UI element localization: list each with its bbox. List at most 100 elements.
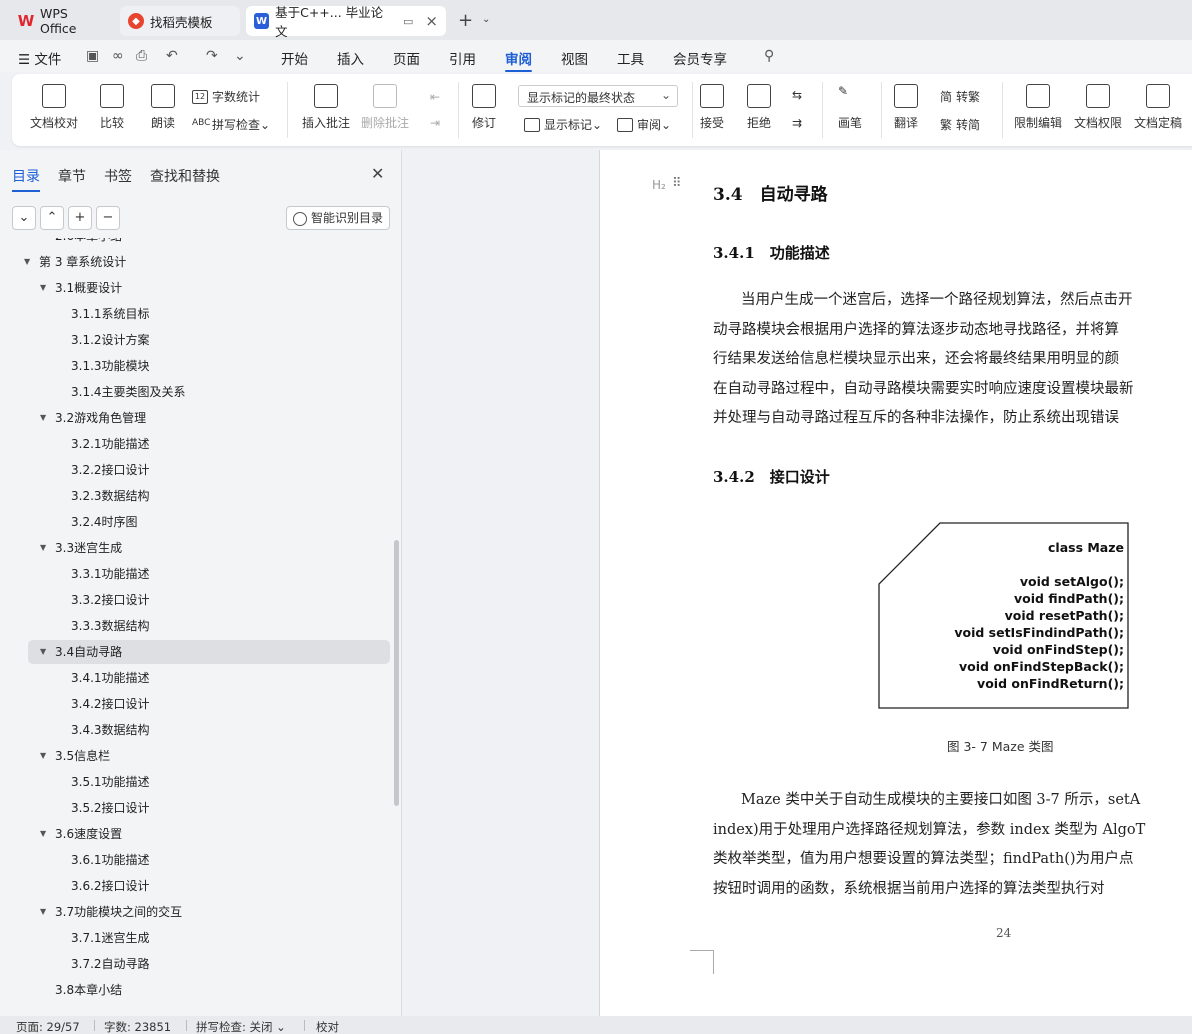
- proof-button[interactable]: 文档校对: [30, 84, 78, 131]
- toc-item[interactable]: 3.5信息栏 ▼: [40, 744, 110, 768]
- read-aloud-button[interactable]: 朗读: [151, 84, 175, 131]
- menu-tools[interactable]: 工具: [617, 48, 644, 68]
- word-count-button[interactable]: 12 字数统计: [192, 88, 260, 105]
- toc-item[interactable]: 3.4自动寻路 ▼: [40, 640, 122, 664]
- show-markup-button[interactable]: 显示标记 ⌄: [524, 116, 602, 133]
- expand-toggle-icon[interactable]: ▼: [40, 822, 46, 846]
- toc-item[interactable]: 3.2.4时序图: [71, 510, 138, 534]
- menu-home[interactable]: 开始: [281, 48, 308, 68]
- toc-item[interactable]: 3.7功能模块之间的交互 ▼: [40, 900, 182, 924]
- word-count-indicator[interactable]: 字数: 23851: [104, 1019, 171, 1034]
- tab-template[interactable]: ◆ 找稻壳模板: [120, 6, 240, 36]
- accept-button[interactable]: 接受: [700, 84, 724, 131]
- to-simplified-button[interactable]: 繁转简: [940, 116, 980, 133]
- search-icon[interactable]: ⚲: [764, 48, 774, 64]
- toc-item[interactable]: 3.3.3数据结构: [71, 614, 150, 638]
- menu-page[interactable]: 页面: [393, 48, 420, 68]
- toc-item[interactable]: 3.1.4主要类图及关系: [71, 380, 186, 404]
- toc-item[interactable]: 3.7.1迷宫生成: [71, 926, 150, 950]
- doc-finalize-button[interactable]: 文档定稿: [1134, 84, 1182, 131]
- restrict-edit-button[interactable]: 限制编辑: [1014, 84, 1062, 131]
- link-icon[interactable]: ∞: [112, 48, 124, 64]
- toc-item[interactable]: 第 3 章系统设计 ▼: [24, 250, 126, 274]
- delete-comment-button[interactable]: 删除批注: [361, 84, 409, 131]
- reject-button[interactable]: 拒绝: [747, 84, 771, 131]
- save-icon[interactable]: ▣: [86, 48, 99, 64]
- panel-tab-find-replace[interactable]: 查找和替换: [150, 166, 220, 186]
- proof-indicator[interactable]: 校对: [316, 1019, 339, 1034]
- toc-item[interactable]: 3.2.3数据结构: [71, 484, 150, 508]
- toc-item[interactable]: 3.6.2接口设计: [71, 874, 150, 898]
- remove-heading-button[interactable]: −: [96, 206, 120, 230]
- toc-item[interactable]: 3.5.2接口设计: [71, 796, 150, 820]
- panel-tab-bookmarks[interactable]: 书签: [104, 166, 132, 186]
- toc-item[interactable]: 3.1.2设计方案: [71, 328, 150, 352]
- expand-toggle-icon[interactable]: ▼: [40, 900, 46, 924]
- menu-member[interactable]: 会员专享: [673, 48, 727, 68]
- undo-icon[interactable]: ↶: [166, 48, 178, 64]
- redo-icon[interactable]: ↷: [206, 48, 218, 64]
- expand-down-button[interactable]: ⌄: [12, 206, 36, 230]
- doc-permission-button[interactable]: 文档权限: [1074, 84, 1122, 131]
- next-comment-icon[interactable]: ⇥: [430, 116, 440, 130]
- toc-item[interactable]: 3.4.2接口设计: [71, 692, 150, 716]
- toc-item[interactable]: 3.3.1功能描述: [71, 562, 150, 586]
- prev-comment-icon[interactable]: ⇤: [430, 90, 440, 104]
- review-pane-button[interactable]: 审阅 ⌄: [617, 116, 671, 133]
- toc-item[interactable]: 3.5.1功能描述: [71, 770, 150, 794]
- window-icon[interactable]: ▭: [403, 15, 413, 28]
- menu-insert[interactable]: 插入: [337, 48, 364, 68]
- toc-item[interactable]: 3.8本章小结: [55, 978, 122, 1002]
- print-preview-icon[interactable]: ⎙: [136, 48, 147, 64]
- next-change-icon[interactable]: ⇉: [792, 116, 802, 130]
- prev-change-icon[interactable]: ⇆: [792, 88, 802, 102]
- menu-references[interactable]: 引用: [449, 48, 476, 68]
- toc-item[interactable]: 3.3迷宫生成 ▼: [40, 536, 122, 560]
- panel-tab-sections[interactable]: 章节: [58, 166, 86, 186]
- expand-toggle-icon[interactable]: ▼: [40, 276, 46, 300]
- translate-button[interactable]: 翻译: [894, 84, 918, 131]
- expand-toggle-icon[interactable]: ▼: [24, 250, 30, 274]
- close-panel-icon[interactable]: ✕: [371, 164, 384, 183]
- drag-handle-icon[interactable]: ⠿: [672, 176, 681, 191]
- toc-item[interactable]: 2.6本章小结: [55, 238, 122, 248]
- revise-button[interactable]: 修订: [472, 84, 496, 131]
- toc-scrollbar[interactable]: [394, 540, 399, 806]
- toc-item[interactable]: 3.1.3功能模块: [71, 354, 150, 378]
- insert-comment-button[interactable]: 插入批注: [302, 84, 350, 131]
- toc-item[interactable]: 3.1.1系统目标: [71, 302, 150, 326]
- expand-toggle-icon[interactable]: ▼: [40, 744, 46, 768]
- expand-toggle-icon[interactable]: ▼: [40, 640, 46, 664]
- smart-toc-button[interactable]: 智能识别目录: [286, 206, 390, 230]
- compare-button[interactable]: 比较: [100, 84, 124, 131]
- expand-toggle-icon[interactable]: ▼: [40, 406, 46, 430]
- tab-document[interactable]: W 基于C++... 毕业论文 ▭ ×: [246, 5, 446, 39]
- toc-item[interactable]: 3.2.1功能描述: [71, 432, 150, 456]
- menu-view[interactable]: 视图: [561, 48, 588, 68]
- toc-item[interactable]: 3.3.2接口设计: [71, 588, 150, 612]
- toc-item[interactable]: 3.4.3数据结构: [71, 718, 150, 742]
- toc-item[interactable]: 3.6.1功能描述: [71, 848, 150, 872]
- toc-item[interactable]: 3.6速度设置 ▼: [40, 822, 122, 846]
- panel-tab-toc[interactable]: 目录: [12, 166, 40, 192]
- toc-item[interactable]: 3.1概要设计 ▼: [40, 276, 122, 300]
- add-heading-button[interactable]: +: [68, 206, 92, 230]
- toc-item[interactable]: 3.4.1功能描述: [71, 666, 150, 690]
- tab-wps-office[interactable]: W WPS Office: [10, 6, 114, 36]
- chevron-down-icon[interactable]: ⌄: [482, 14, 490, 25]
- quick-access-chevron-icon[interactable]: ⌄: [234, 48, 246, 64]
- document-page[interactable]: H₂ ⠿ 3.4 自动寻路 3.4.1 功能描述 当用户生成一个迷宫后，选择一个…: [599, 150, 1192, 1016]
- collapse-up-button[interactable]: ⌃: [40, 206, 64, 230]
- spell-check-indicator[interactable]: 拼写检查: 关闭 ⌄: [196, 1019, 286, 1034]
- toc-item[interactable]: 3.7.2自动寻路: [71, 952, 150, 976]
- to-traditional-button[interactable]: 简转繁: [940, 88, 980, 105]
- toc-item[interactable]: 3.2游戏角色管理 ▼: [40, 406, 146, 430]
- toc-item[interactable]: 3.2.2接口设计: [71, 458, 150, 482]
- menu-review[interactable]: 审阅: [505, 48, 532, 72]
- expand-toggle-icon[interactable]: ▼: [40, 536, 46, 560]
- markup-state-select[interactable]: 显示标记的最终状态 ⌄: [518, 85, 678, 107]
- spell-check-button[interactable]: ABC 拼写检查 ⌄: [192, 116, 270, 133]
- new-tab-icon[interactable]: +: [458, 10, 473, 31]
- close-tab-icon[interactable]: ×: [425, 12, 438, 30]
- page-indicator[interactable]: 页面: 29/57: [16, 1019, 80, 1034]
